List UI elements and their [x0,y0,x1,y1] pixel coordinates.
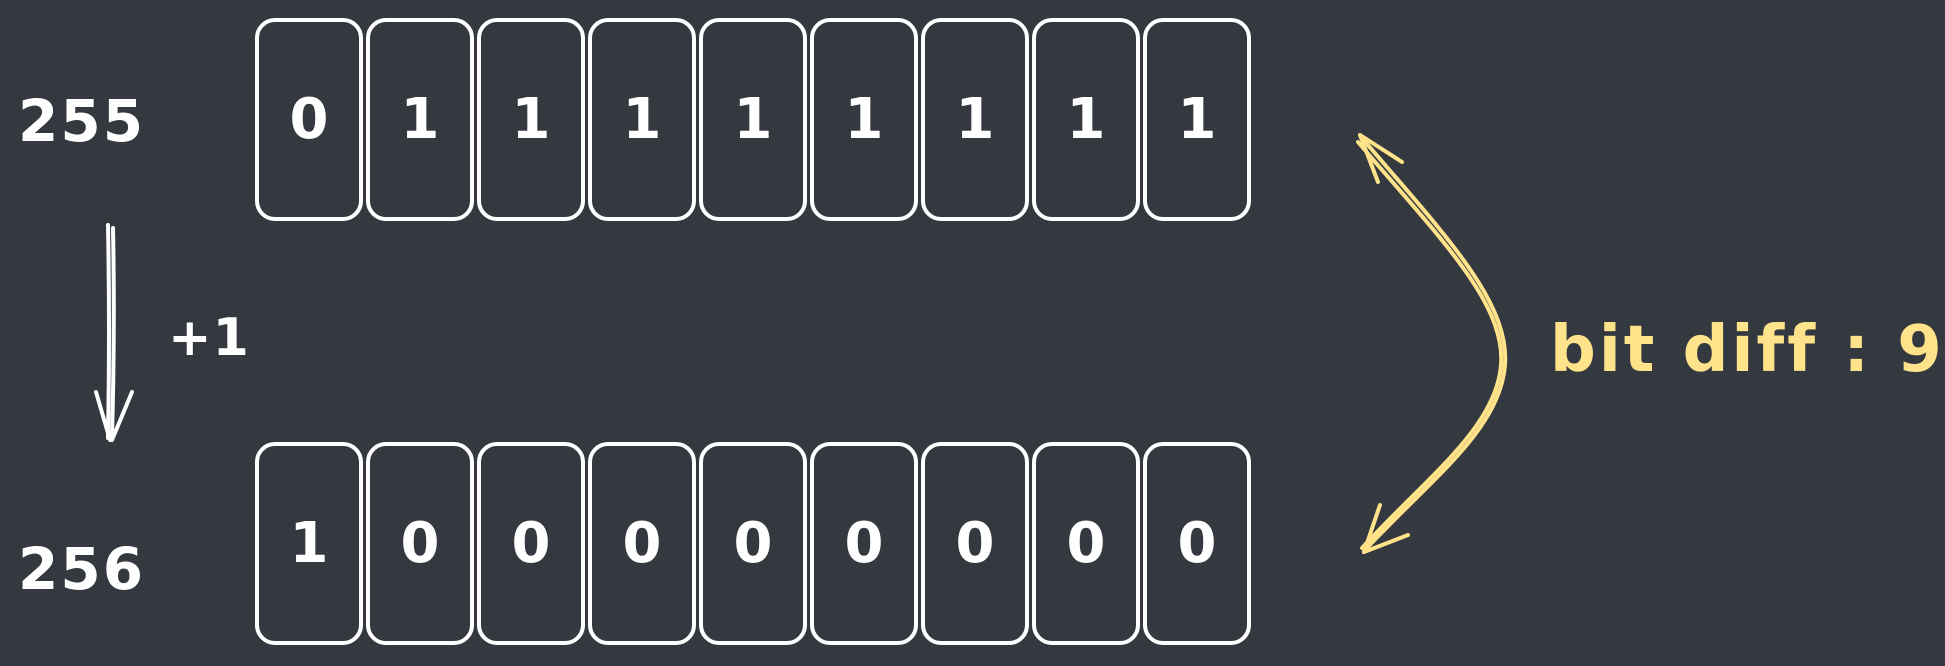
bit-cell: 0 [477,442,585,645]
bit-diff-arrow [1356,133,1508,554]
bit-cell: 0 [1143,442,1251,645]
bit-cell: 1 [1032,18,1140,221]
bit-cell: 1 [810,18,918,221]
number-label-256: 256 [18,535,146,603]
bit-cell: 0 [1032,442,1140,645]
bit-cell: 1 [1143,18,1251,221]
bit-cell: 0 [699,442,807,645]
bit-diff-label: bit diff : 9 [1550,313,1945,387]
increment-arrow-shaft [106,223,111,440]
increment-arrow [94,223,134,442]
bit-cell: 0 [588,442,696,645]
bit-cell: 1 [366,18,474,221]
bit-cell: 0 [810,442,918,645]
number-label-255: 255 [18,87,146,155]
bit-cell: 0 [366,442,474,645]
bit-cell: 1 [921,18,1029,221]
bit-row-256: 1 0 0 0 0 0 0 0 0 [255,442,1251,645]
increment-label: +1 [168,308,250,368]
bit-cell: 1 [477,18,585,221]
bit-row-255: 0 1 1 1 1 1 1 1 1 [255,18,1251,221]
bit-cell: 1 [699,18,807,221]
bit-diff-arrow-curve [1360,136,1508,552]
bit-cell: 1 [588,18,696,221]
bit-cell: 1 [255,442,363,645]
increment-arrow-shaft-double [110,226,116,438]
increment-arrow-head-right [110,390,134,442]
bit-cell: 0 [255,18,363,221]
bit-cell: 0 [921,442,1029,645]
